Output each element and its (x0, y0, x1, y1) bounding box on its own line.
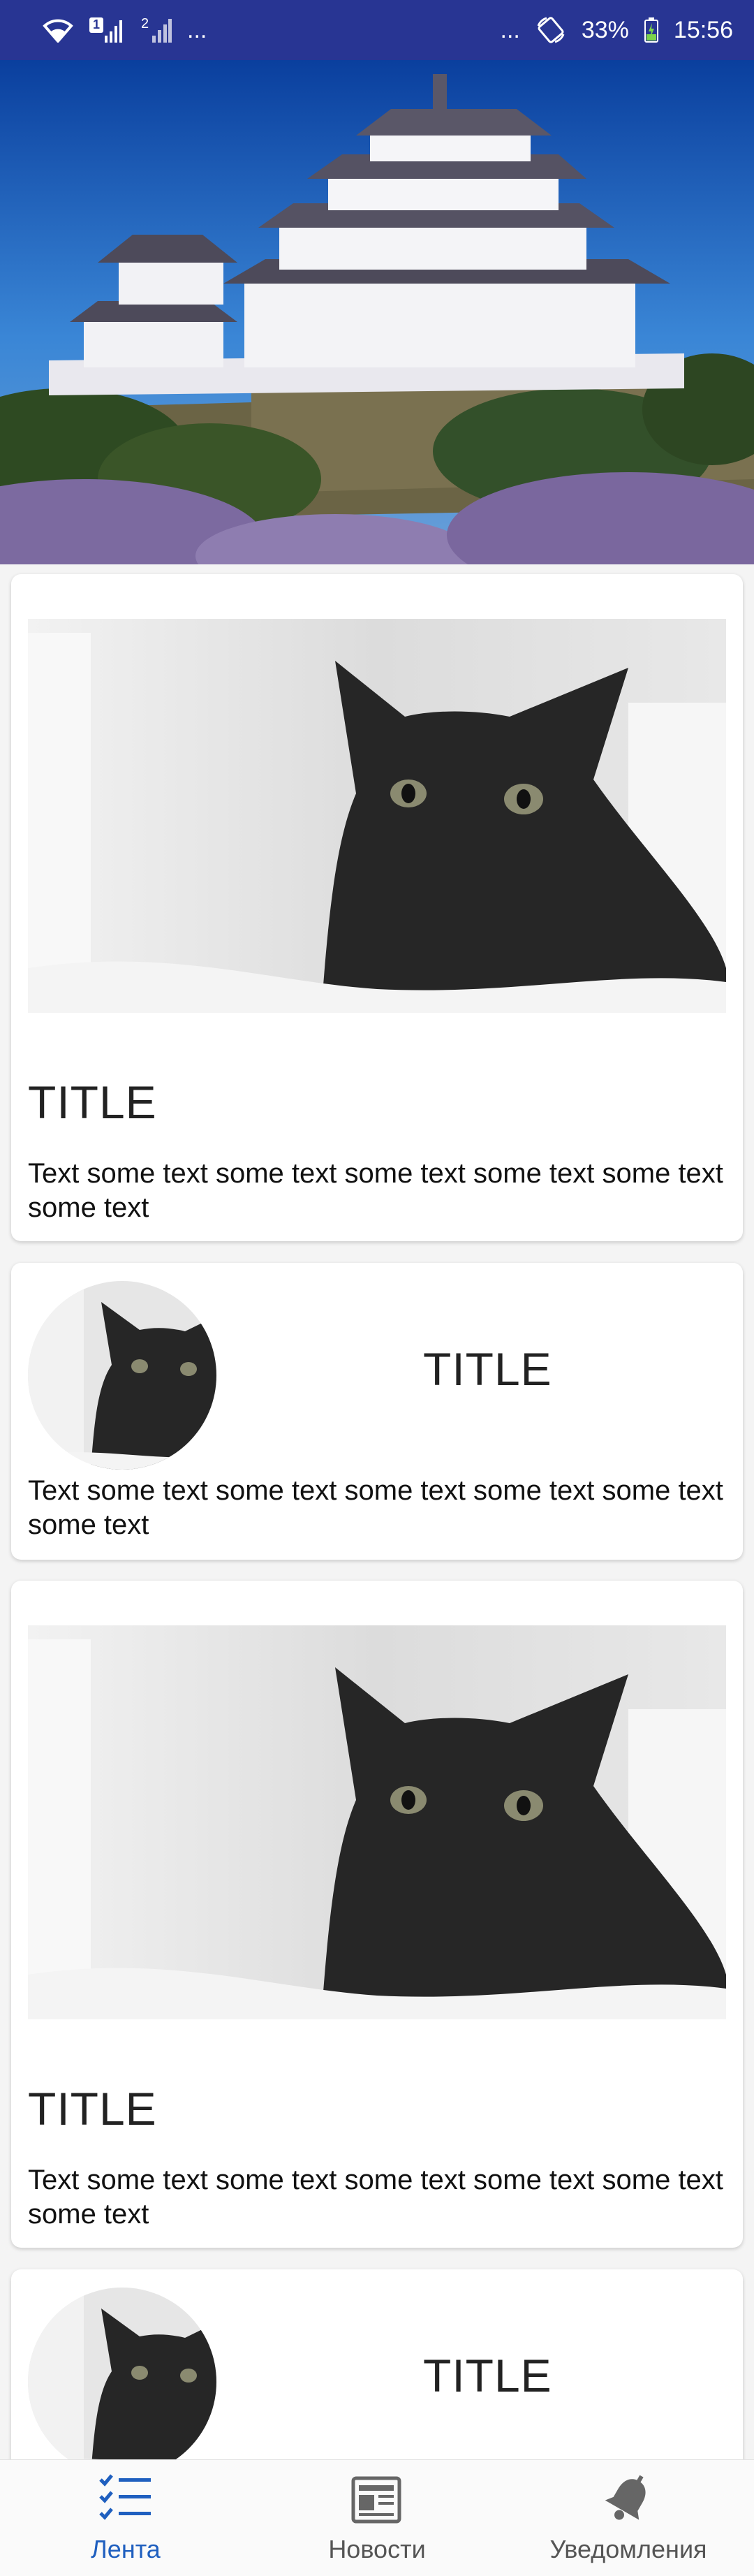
feed-card-compact[interactable]: TITLE (11, 2269, 743, 2479)
status-bar: 1 2 ... ... 33% 15:56 (0, 0, 754, 60)
status-bar-right: ... 33% 15:56 (500, 16, 733, 44)
status-dots-right: ... (500, 16, 520, 43)
nav-label-notifications: Уведомления (549, 2535, 707, 2563)
card-cat-avatar (28, 1281, 216, 1470)
nav-item-news[interactable]: Новости (251, 2460, 503, 2576)
bottom-navigation: Лента Новости Уведомления (0, 2459, 754, 2576)
sim1-badge: 1 (93, 17, 101, 31)
card-title: TITLE (28, 1076, 157, 1128)
nav-item-notifications[interactable]: Уведомления (503, 2460, 754, 2576)
feed-card-large[interactable]: TITLE Text some text some text some text… (11, 574, 743, 1241)
signal-sim2-icon: 2 (138, 16, 172, 44)
battery-icon (644, 17, 658, 43)
feed-card-compact[interactable]: TITLE Text some text some text some text… (11, 1263, 743, 1560)
card-text: Text some text some text some text some … (28, 2165, 723, 2230)
card-text: Text some text some text some text some … (28, 1475, 723, 1540)
nav-label-news: Новости (328, 2535, 426, 2563)
card-cat-image (28, 619, 726, 1013)
header-image-castle (0, 60, 754, 564)
status-bar-left: 1 2 ... (42, 16, 207, 44)
card-title: TITLE (28, 2083, 157, 2135)
card-cat-image (28, 1625, 726, 2019)
nav-label-feed: Лента (91, 2535, 161, 2563)
newspaper-icon (350, 2473, 404, 2529)
card-cat-avatar (28, 2288, 216, 2476)
battery-percent: 33% (581, 16, 629, 43)
feed-card-large[interactable]: TITLE Text some text some text some text… (11, 1581, 743, 2248)
status-dots-left: ... (187, 16, 207, 43)
checklist-icon (98, 2473, 154, 2529)
card-title: TITLE (423, 2350, 552, 2401)
nav-item-feed[interactable]: Лента (0, 2460, 251, 2576)
card-text: Text some text some text some text some … (28, 1158, 723, 1223)
status-time: 15:56 (673, 16, 733, 43)
wifi-icon (42, 17, 74, 43)
sim2-badge: 2 (141, 16, 149, 31)
rotate-icon (535, 16, 566, 44)
card-title: TITLE (423, 1343, 552, 1395)
bell-icon (602, 2473, 655, 2529)
signal-sim1-icon: 1 (89, 16, 123, 44)
